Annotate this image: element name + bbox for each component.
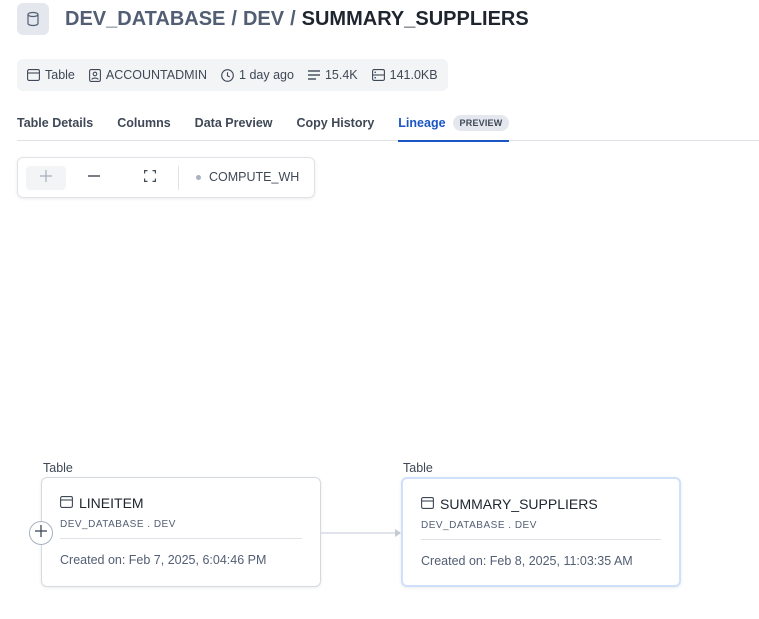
meta-size: 141.0KB: [371, 68, 438, 82]
table-icon: [421, 496, 434, 512]
meta-owner-label: ACCOUNTADMIN: [105, 68, 208, 82]
tab-label: Copy History: [296, 115, 375, 130]
meta-rows-label: 15.4K: [324, 68, 358, 82]
storage-icon: [371, 69, 385, 81]
warehouse-selector[interactable]: COMPUTE_WH: [196, 170, 299, 184]
rows-icon: [307, 70, 320, 80]
lineage-node-lineitem[interactable]: LINEITEM DEV_DATABASE . DEV Created on: …: [41, 477, 321, 587]
meta-rows: 15.4K: [307, 68, 358, 82]
lineage-toolbar: COMPUTE_WH: [17, 157, 315, 198]
lineage-edge: [320, 529, 401, 537]
warehouse-label: COMPUTE_WH: [209, 170, 300, 184]
breadcrumb-schema[interactable]: DEV: [243, 8, 284, 30]
meta-age-label: 1 day ago: [239, 68, 294, 82]
breadcrumb-separator: /: [290, 8, 296, 30]
plus-icon: [40, 169, 52, 187]
tab-copy-history[interactable]: Copy History: [297, 104, 375, 141]
fit-view-button[interactable]: [130, 166, 170, 190]
status-dot-icon: [196, 174, 201, 180]
table-icon: [27, 69, 40, 81]
tab-label: Columns: [117, 115, 171, 130]
node-path: DEV_DATABASE . DEV: [421, 520, 537, 531]
preview-badge: PREVIEW: [452, 114, 510, 131]
tab-label: Lineage: [398, 115, 446, 130]
zoom-in-button[interactable]: [26, 166, 66, 190]
expand-upstream-button[interactable]: [29, 521, 53, 545]
tab-label: Table Details: [17, 115, 94, 130]
meta-owner: ACCOUNTADMIN: [88, 68, 208, 82]
user-badge-icon: [88, 68, 101, 82]
zoom-out-button[interactable]: [74, 166, 114, 190]
node-name: LINEITEM: [60, 495, 144, 511]
tab-label: Data Preview: [194, 115, 273, 130]
tab-data-preview[interactable]: Data Preview: [195, 104, 273, 141]
node-type-label: Table: [403, 461, 433, 475]
node-divider: [60, 538, 302, 539]
minus-icon: [88, 169, 100, 187]
fullscreen-icon: [144, 169, 156, 187]
table-meta-bar: Table ACCOUNTADMIN 1 day ago 15.4K 141.0…: [17, 59, 448, 91]
tab-columns[interactable]: Columns: [117, 104, 170, 141]
node-created: Created on: Feb 7, 2025, 6:04:46 PM: [60, 553, 267, 567]
tab-lineage[interactable]: Lineage PREVIEW: [398, 104, 510, 142]
lineage-node-summary-suppliers[interactable]: SUMMARY_SUPPLIERS DEV_DATABASE . DEV Cre…: [401, 477, 681, 587]
clock-icon: [221, 68, 234, 82]
database-icon: [17, 3, 49, 35]
meta-type-label: Table: [45, 68, 75, 82]
node-type-label: Table: [43, 461, 73, 475]
breadcrumb-table: SUMMARY_SUPPLIERS: [301, 8, 529, 30]
toolbar-divider: [178, 166, 179, 190]
breadcrumb-separator: /: [231, 8, 237, 30]
meta-type: Table: [27, 68, 75, 82]
page-title: DEV_DATABASE / DEV / SUMMARY_SUPPLIERS: [65, 6, 529, 32]
node-created: Created on: Feb 8, 2025, 11:03:35 AM: [421, 554, 633, 568]
node-divider: [421, 539, 661, 540]
tab-table-details[interactable]: Table Details: [17, 104, 93, 141]
meta-size-label: 141.0KB: [389, 68, 438, 82]
breadcrumb-database[interactable]: DEV_DATABASE: [65, 8, 225, 30]
node-path: DEV_DATABASE . DEV: [60, 519, 176, 530]
meta-age: 1 day ago: [221, 68, 294, 82]
node-name: SUMMARY_SUPPLIERS: [421, 496, 598, 512]
node-name-text: SUMMARY_SUPPLIERS: [440, 496, 598, 512]
node-name-text: LINEITEM: [79, 495, 144, 511]
table-icon: [60, 495, 73, 511]
tab-bar: Table Details Columns Data Preview Copy …: [17, 104, 759, 142]
plus-icon: [35, 524, 47, 542]
